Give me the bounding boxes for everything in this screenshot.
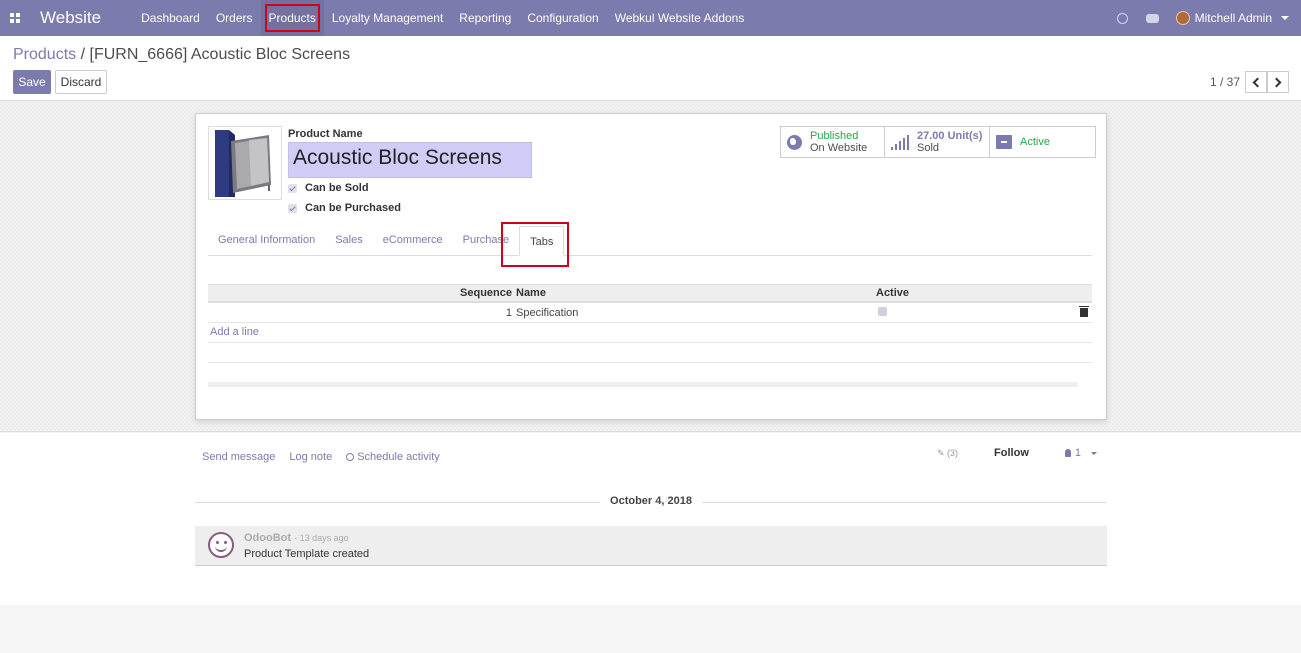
breadcrumb: Products / [FURN_6666] Acoustic Bloc Scr… bbox=[13, 46, 350, 64]
row-active-checkbox[interactable] bbox=[878, 306, 887, 316]
empty-row bbox=[208, 343, 1092, 363]
discuss-chat-icon[interactable] bbox=[1146, 11, 1160, 25]
followers-count: 1 bbox=[1074, 447, 1081, 459]
column-header-active[interactable]: Active bbox=[874, 285, 1078, 301]
active-label: Active bbox=[1020, 136, 1050, 148]
chatter-right-actions: ✎ (3) Follow 1 bbox=[937, 447, 1097, 459]
caret-down-icon bbox=[1281, 16, 1289, 20]
menu-item-configuration[interactable]: Configuration bbox=[519, 0, 606, 36]
user-avatar bbox=[1175, 11, 1190, 25]
can-be-purchased-row: Can be Purchased bbox=[288, 202, 401, 214]
tab-highlight-box bbox=[501, 222, 569, 267]
chatter: Send message Log note Schedule activity … bbox=[0, 433, 1301, 605]
units-sold-value: 27.00 Unit(s) bbox=[917, 130, 983, 142]
archive-icon bbox=[996, 135, 1012, 149]
column-header-sequence[interactable]: Sequence bbox=[208, 285, 514, 301]
log-note-button[interactable]: Log note bbox=[289, 451, 332, 463]
can-be-purchased-checkbox[interactable] bbox=[288, 203, 297, 213]
row-active-cell bbox=[874, 306, 1078, 319]
row-delete[interactable] bbox=[1078, 306, 1089, 317]
product-name-label: Product Name bbox=[288, 128, 363, 140]
column-header-name[interactable]: Name bbox=[514, 285, 874, 301]
pager: 1 / 37 bbox=[1210, 71, 1289, 93]
breadcrumb-products-link[interactable]: Products bbox=[13, 46, 76, 63]
menu-item-dashboard[interactable]: Dashboard bbox=[133, 0, 208, 36]
paperclip-icon: ✎ bbox=[936, 447, 945, 458]
tab-sales[interactable]: Sales bbox=[325, 225, 373, 255]
menu-item-orders[interactable]: Orders bbox=[208, 0, 261, 36]
chatter-message: OdooBot - 13 days ago Product Template c… bbox=[195, 526, 1107, 566]
clock-icon bbox=[346, 453, 355, 461]
table-row[interactable]: 1 Specification bbox=[208, 303, 1092, 323]
discard-button[interactable]: Discard bbox=[55, 70, 107, 94]
notebook-tabs: General Information Sales eCommerce Purc… bbox=[208, 226, 1092, 256]
main-menu: Dashboard Orders Products Loyalty Manage… bbox=[133, 0, 752, 36]
chevron-left-icon bbox=[1252, 77, 1263, 87]
form-sheet: Product Name Acoustic Bloc Screens Can b… bbox=[195, 113, 1107, 420]
message-author[interactable]: OdooBot bbox=[244, 532, 291, 544]
breadcrumb-separator: / bbox=[80, 46, 86, 63]
pager-previous-button[interactable] bbox=[1245, 71, 1267, 93]
message-body: Product Template created bbox=[244, 548, 370, 560]
units-sold-label: Sold bbox=[917, 142, 940, 154]
apps-menu-icon[interactable] bbox=[2, 0, 28, 36]
row-sequence: 1 bbox=[505, 306, 512, 319]
menu-item-loyalty-management[interactable]: Loyalty Management bbox=[324, 0, 451, 36]
caret-down-icon bbox=[1091, 451, 1097, 455]
table-header: Sequence Name Active bbox=[208, 284, 1092, 303]
signal-bars-icon bbox=[891, 134, 909, 150]
followers-button[interactable]: 1 bbox=[1064, 447, 1097, 459]
tabs-table: Sequence Name Active 1 Specification Add… bbox=[208, 284, 1092, 387]
tab-ecommerce[interactable]: eCommerce bbox=[373, 225, 453, 255]
save-button[interactable]: Save bbox=[13, 70, 51, 94]
chatter-topbar: Send message Log note Schedule activity … bbox=[195, 447, 1107, 467]
control-panel: Products / [FURN_6666] Acoustic Bloc Scr… bbox=[0, 36, 1301, 101]
menu-item-webkul-website-addons[interactable]: Webkul Website Addons bbox=[607, 0, 753, 36]
form-view-background: Product Name Acoustic Bloc Screens Can b… bbox=[0, 101, 1301, 432]
active-toggle-button[interactable]: Active bbox=[990, 127, 1095, 157]
breadcrumb-current: [FURN_6666] Acoustic Bloc Screens bbox=[89, 46, 351, 63]
can-be-purchased-label: Can be Purchased bbox=[305, 202, 401, 214]
user-menu[interactable]: Mitchell Admin bbox=[1175, 11, 1289, 25]
schedule-activity-label: Schedule activity bbox=[357, 451, 440, 463]
date-separator: October 4, 2018 bbox=[195, 495, 1107, 509]
attachments-button[interactable]: ✎ (3) bbox=[937, 448, 958, 459]
globe-icon bbox=[787, 134, 802, 150]
send-message-button[interactable]: Send message bbox=[202, 451, 275, 463]
navbar-systray: Mitchell Admin bbox=[1116, 0, 1289, 36]
units-sold-button[interactable]: 27.00 Unit(s) Sold bbox=[885, 127, 990, 157]
menu-item-reporting[interactable]: Reporting bbox=[451, 0, 519, 36]
date-separator-text: October 4, 2018 bbox=[600, 495, 702, 507]
smart-buttons: Published On Website 27.00 Unit(s) Sold … bbox=[780, 126, 1096, 158]
follow-button[interactable]: Follow bbox=[994, 447, 1029, 459]
activity-clock-icon[interactable] bbox=[1116, 11, 1130, 25]
table-footer bbox=[208, 382, 1078, 387]
trash-icon[interactable] bbox=[1079, 306, 1089, 317]
pager-next-button[interactable] bbox=[1267, 71, 1289, 93]
can-be-sold-checkbox[interactable] bbox=[288, 183, 297, 193]
pager-value[interactable]: 1 / 37 bbox=[1210, 75, 1240, 89]
menu-item-products[interactable]: Products bbox=[260, 0, 324, 36]
can-be-sold-label: Can be Sold bbox=[305, 182, 369, 194]
tab-general-information[interactable]: General Information bbox=[208, 225, 325, 255]
person-icon bbox=[1064, 449, 1071, 457]
chevron-right-icon bbox=[1271, 77, 1282, 87]
website-published-button[interactable]: Published On Website bbox=[781, 127, 885, 157]
can-be-sold-row: Can be Sold bbox=[288, 182, 369, 194]
product-image[interactable] bbox=[208, 126, 282, 200]
attachments-count: (3) bbox=[947, 447, 959, 458]
website-status-label: On Website bbox=[810, 142, 868, 154]
add-a-line-link[interactable]: Add a line bbox=[208, 323, 1092, 343]
message-time: - 13 days ago bbox=[294, 533, 349, 543]
product-name-input[interactable]: Acoustic Bloc Screens bbox=[288, 142, 532, 178]
website-status: Published bbox=[810, 130, 859, 142]
odoobot-avatar[interactable] bbox=[208, 532, 234, 558]
app-brand[interactable]: Website bbox=[40, 8, 101, 28]
schedule-activity-button[interactable]: Schedule activity bbox=[346, 451, 440, 463]
user-name: Mitchell Admin bbox=[1194, 11, 1272, 25]
row-name: Specification bbox=[516, 306, 579, 319]
top-navbar: Website Dashboard Orders Products Loyalt… bbox=[0, 0, 1301, 36]
